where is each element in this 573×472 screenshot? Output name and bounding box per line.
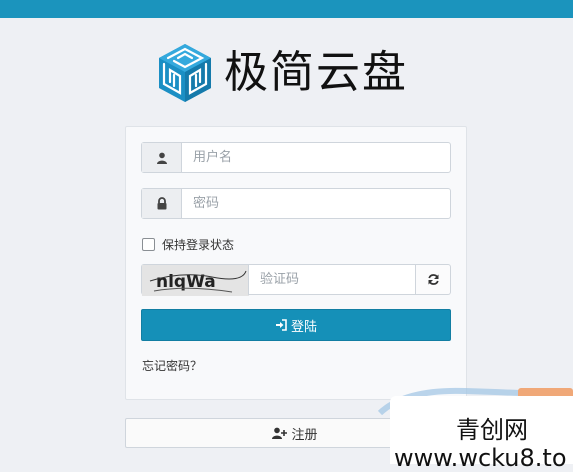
login-label: 登陆 xyxy=(290,319,317,335)
username-group xyxy=(141,142,451,173)
refresh-icon xyxy=(427,274,439,285)
login-panel: 保持登录状态 nlqWa 登陆 忘记密码？ xyxy=(125,126,467,400)
password-group xyxy=(141,188,451,219)
captcha-image[interactable]: nlqWa xyxy=(141,264,249,296)
forgot-password-link[interactable]: 忘记密码？ xyxy=(142,357,202,374)
remember-label: 保持登录状态 xyxy=(162,238,235,252)
username-input[interactable] xyxy=(182,143,450,172)
register-label: 注册 xyxy=(291,427,318,443)
sign-in-icon xyxy=(275,319,287,331)
brand-title: 极简云盘 xyxy=(224,47,408,98)
watermark: 青创网 www.wcku8.to xyxy=(390,396,573,472)
login-button[interactable]: 登陆 xyxy=(141,309,451,341)
top-bar xyxy=(0,0,573,18)
password-input[interactable] xyxy=(182,189,450,218)
brand-header: 极简云盘 xyxy=(156,41,408,105)
cube-maze-icon xyxy=(159,44,211,102)
captcha-row: nlqWa xyxy=(141,264,451,296)
refresh-captcha-button[interactable] xyxy=(416,264,451,295)
remember-me[interactable]: 保持登录状态 xyxy=(142,236,234,253)
remember-checkbox[interactable] xyxy=(142,238,155,251)
user-icon xyxy=(142,143,182,172)
lock-icon xyxy=(142,189,182,218)
user-plus-icon xyxy=(272,427,288,439)
captcha-input[interactable] xyxy=(248,264,416,295)
watermark-line1: 青创网 xyxy=(456,416,528,444)
watermark-line2: www.wcku8.to xyxy=(394,444,567,472)
